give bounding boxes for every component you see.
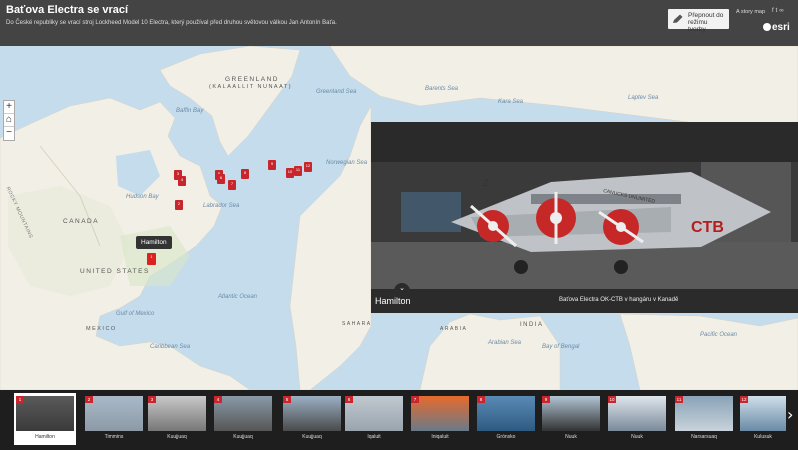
label-arabia: ARABIA [440, 326, 468, 332]
carousel-item[interactable]: 1 Hamilton [14, 393, 76, 445]
label-norwegian-sea: Norwegian Sea [326, 160, 368, 166]
thumbnail-image [477, 396, 535, 431]
map-marker-9[interactable]: 9 [268, 160, 276, 170]
story-map-label: A story map [736, 9, 766, 15]
zoom-out-button[interactable]: − [4, 127, 14, 140]
carousel-item[interactable]: 11 Narsarsuaq [673, 393, 735, 445]
label-sahara: SAHARA [342, 321, 372, 327]
thumbnail-image [283, 396, 341, 431]
thumbnail-image [85, 396, 143, 431]
label-greenland: GREENLAND [225, 76, 279, 83]
app-header: Baťova Electra se vrací Do České republi… [0, 0, 798, 46]
hangar-photo: Z CTB CANUCKS UNLIMITED [371, 122, 798, 289]
map-tooltip: Hamilton [136, 236, 172, 249]
thumbnail-image [16, 396, 74, 431]
map-marker-2[interactable]: 2 [175, 200, 183, 210]
builder-mode-button[interactable]: Přepnout do režimu tvorby [668, 9, 729, 33]
zoom-in-button[interactable]: + [4, 101, 14, 114]
thumbnail-image [542, 396, 600, 431]
media-place-title: Hamilton [375, 296, 411, 306]
label-canada: CANADA [63, 218, 100, 225]
map-marker-6[interactable]: 6 [217, 174, 225, 184]
carousel-item[interactable]: 12 Kulusuk [738, 393, 788, 445]
carousel-item[interactable]: 10 Nuuk [606, 393, 668, 445]
label-baffin-bay: Baffin Bay [176, 108, 204, 114]
map-marker-7[interactable]: 7 [228, 180, 236, 190]
thumbnail-image [675, 396, 733, 431]
chevron-right-icon[interactable]: › [787, 405, 793, 424]
media-panel: Z CTB CANUCKS UNLIMITED Hamilton Baťova … [371, 122, 798, 313]
story-title: Baťova Electra se vrací [6, 4, 129, 16]
label-kara-sea: Kara Sea [498, 99, 524, 105]
thumbnail-image [148, 396, 206, 431]
chevron-down-icon: ⌄ [399, 285, 405, 292]
map-marker-8[interactable]: 8 [241, 169, 249, 179]
svg-text:Z: Z [483, 178, 489, 189]
label-india: INDIA [520, 322, 544, 328]
carousel-item[interactable]: 6 Iqaluit [343, 393, 405, 445]
story-subtitle: Do České republiky se vrací stroj Lockhe… [6, 20, 337, 26]
thumbnail-image [214, 396, 272, 431]
place-carousel: 1 Hamilton 2 Timmins 3 Kuujjuaq 4 Kuujju… [0, 390, 798, 450]
carousel-item[interactable]: 9 Nuuk [540, 393, 602, 445]
thumbnail-image [345, 396, 403, 431]
share-icons: ft∞ [772, 8, 786, 14]
label-labrador-sea: Labrador Sea [203, 203, 240, 209]
label-laptev-sea: Laptev Sea [628, 95, 659, 101]
builder-mode-label: Přepnout do režimu tvorby [688, 12, 724, 33]
map-marker-12[interactable]: 12 [304, 162, 312, 172]
collapse-panel-button[interactable]: ⌄ [394, 283, 410, 293]
label-hudson-bay: Hudson Bay [126, 194, 159, 200]
label-barents-sea: Barents Sea [425, 86, 459, 92]
label-bay-of-bengal: Bay of Bengal [542, 344, 580, 350]
thumbnail-image [411, 396, 469, 431]
label-caribbean-sea: Caribbean Sea [150, 344, 191, 350]
home-button[interactable]: ⌂ [4, 114, 14, 127]
link-icon[interactable]: ∞ [779, 8, 785, 14]
label-pacific-ocean: Pacific Ocean [700, 332, 738, 338]
carousel-item[interactable]: 7 Iniqaluit [409, 393, 471, 445]
map-marker-10[interactable]: 10 [286, 168, 294, 178]
pencil-icon [673, 14, 683, 23]
label-atlantic-ocean: Atlantic Ocean [218, 294, 258, 300]
label-greenland-sea: Greenland Sea [316, 89, 357, 95]
media-caption: Baťova Electra OK-CTB v hangáru v Kanadě [559, 297, 679, 303]
label-arabian-sea: Arabian Sea [488, 340, 522, 346]
map-marker-1[interactable]: 1 [147, 253, 156, 265]
esri-globe-icon [763, 23, 771, 31]
thumbnail-image [608, 396, 666, 431]
registration-text: CTB [691, 219, 724, 236]
label-united-states: UNITED STATES [80, 268, 150, 275]
carousel-item[interactable]: 4 Kuujjuaq [212, 393, 274, 445]
carousel-item[interactable]: 2 Timmins [83, 393, 145, 445]
zoom-controls: + ⌂ − [3, 100, 15, 141]
caption-bar: Hamilton Baťova Electra OK-CTB v hangáru… [371, 289, 798, 313]
map-marker-11[interactable]: 11 [294, 166, 302, 176]
esri-logo[interactable]: esri [763, 22, 790, 33]
carousel-item[interactable]: 3 Kuujjuaq [146, 393, 208, 445]
map-marker-4[interactable]: 4 [178, 176, 186, 186]
carousel-item[interactable]: 8 Grónsko [475, 393, 537, 445]
label-kalaallit: (KALAALLIT NUNAAT) [209, 84, 293, 90]
label-gulf-of-mexico: Gulf of Mexico [116, 311, 155, 317]
carousel-item[interactable]: 5 Kuujjuaq [281, 393, 343, 445]
label-mexico: MEXICO [86, 326, 117, 332]
